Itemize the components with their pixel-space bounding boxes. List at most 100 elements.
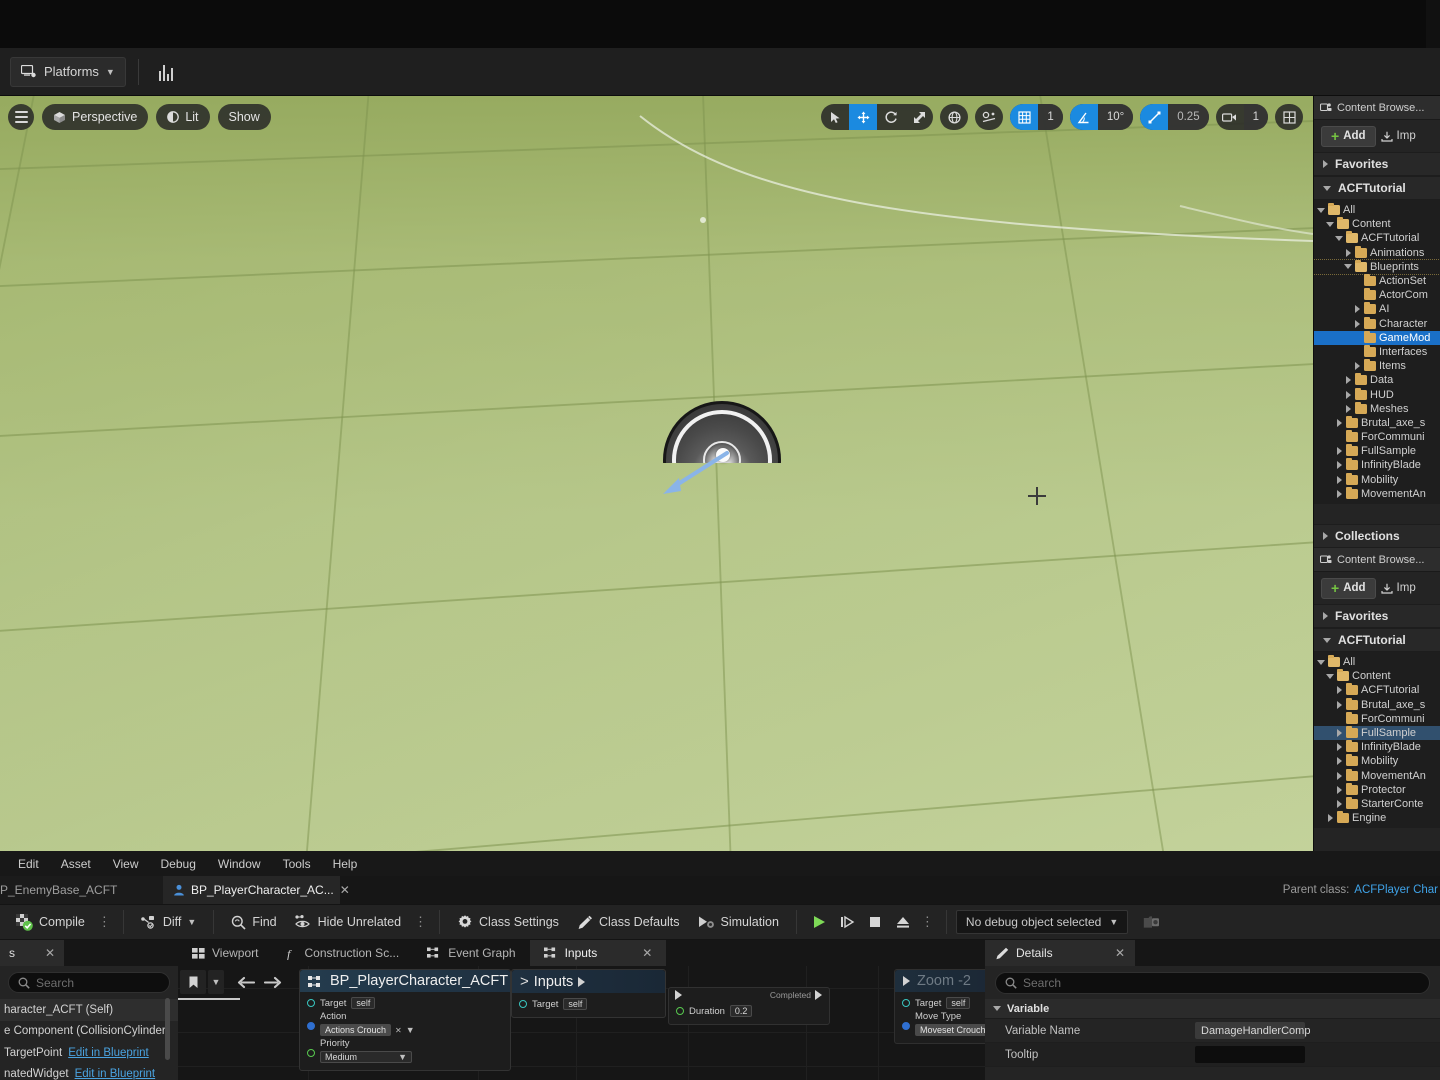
menu-item-help[interactable]: Help bbox=[323, 857, 368, 871]
parent-class-value[interactable]: ACFPlayer Char bbox=[1354, 884, 1438, 896]
stop-icon[interactable] bbox=[862, 909, 888, 935]
content-browser-import-button-2[interactable]: Imp bbox=[1380, 578, 1416, 599]
hide-unrelated-options-icon[interactable]: ⋮ bbox=[411, 914, 430, 930]
asset-tab-playercharacter[interactable]: BP_PlayerCharacter_AC... ✕ bbox=[163, 876, 350, 904]
tree-item[interactable]: All bbox=[1314, 203, 1440, 217]
clear-icon[interactable]: ✕ bbox=[395, 1026, 402, 1035]
chevron-right-icon[interactable] bbox=[1335, 743, 1343, 752]
tree-item[interactable]: ForCommuni bbox=[1314, 430, 1440, 444]
graph-tab-inputs[interactable]: Inputs ✕ bbox=[529, 940, 667, 966]
chevron-down-icon[interactable]: ▼ bbox=[398, 1052, 407, 1062]
kebab-icon[interactable]: ⋮ bbox=[918, 914, 937, 930]
debug-camera-icon[interactable] bbox=[1138, 909, 1164, 935]
move-gizmo-icon[interactable] bbox=[849, 104, 878, 130]
level-viewport[interactable]: Perspective Lit Show 1 10° 0.25 1 bbox=[0, 96, 1313, 851]
tree-item[interactable]: Blueprints bbox=[1314, 258, 1440, 275]
chevron-right-icon[interactable] bbox=[1335, 475, 1343, 484]
content-browser-add-button-1[interactable]: + Add bbox=[1321, 125, 1376, 147]
exec-in-pin-icon[interactable] bbox=[675, 990, 683, 1000]
tree-item[interactable]: Engine bbox=[1314, 811, 1440, 825]
component-row[interactable]: haracter_ACFT (Self) bbox=[0, 999, 178, 1021]
viewport-lit-button[interactable]: Lit bbox=[156, 104, 210, 130]
acftutorial-section-1[interactable]: ACFTutorial bbox=[1314, 176, 1440, 200]
pin-action[interactable]: Action Actions Crouch ✕ ▼ bbox=[307, 1011, 503, 1036]
menu-item-edit[interactable]: Edit bbox=[8, 857, 49, 871]
tree-item[interactable]: Data bbox=[1314, 373, 1440, 387]
pin-action-value[interactable]: Actions Crouch bbox=[320, 1024, 392, 1036]
compile-options-icon[interactable]: ⋮ bbox=[95, 914, 114, 930]
variable-name-field[interactable]: DamageHandlerComp bbox=[1195, 1022, 1310, 1039]
tree-item[interactable]: ActorCom bbox=[1314, 288, 1440, 302]
tree-item[interactable]: Character bbox=[1314, 316, 1440, 331]
exec-pin-icon[interactable] bbox=[903, 976, 911, 986]
pin-zoom-target[interactable]: Target self bbox=[902, 997, 985, 1009]
scale-snap-icon[interactable] bbox=[1140, 104, 1169, 130]
pin-priority-value[interactable]: Medium bbox=[325, 1052, 357, 1062]
component-list[interactable]: haracter_ACFT (Self) e Component (Collisi… bbox=[0, 997, 178, 1080]
component-row[interactable]: e Component (CollisionCylinder bbox=[0, 1021, 178, 1043]
content-browser-add-button-2[interactable]: + Add bbox=[1321, 577, 1376, 599]
find-button[interactable]: Find bbox=[223, 908, 284, 936]
chevron-right-icon[interactable] bbox=[1344, 248, 1352, 257]
chevron-right-icon[interactable] bbox=[1335, 447, 1343, 456]
component-row[interactable]: TargetPoint Edit in Blueprint bbox=[0, 1042, 178, 1064]
camera-icon[interactable] bbox=[1216, 104, 1244, 130]
content-browser-tree-1[interactable]: All Content ACFTutorial Animations Blueprint… bbox=[1314, 200, 1440, 504]
tree-item[interactable]: Brutal_axe_s bbox=[1314, 415, 1440, 430]
tree-item[interactable]: AI bbox=[1314, 302, 1440, 316]
debug-object-dropdown[interactable]: No debug object selected ▼ bbox=[955, 910, 1129, 934]
chevron-right-icon[interactable] bbox=[1335, 686, 1343, 695]
compile-button[interactable]: Compile bbox=[8, 908, 93, 936]
tree-item[interactable]: Interfaces bbox=[1314, 344, 1440, 359]
tree-item[interactable]: Items bbox=[1314, 359, 1440, 373]
pin-duration-value[interactable]: 0.2 bbox=[729, 1005, 753, 1017]
simulation-button[interactable]: Simulation bbox=[690, 908, 787, 936]
details-tab[interactable]: Details ✕ bbox=[985, 940, 1135, 966]
tree-item[interactable]: Protector bbox=[1314, 782, 1440, 797]
graph-node-zoom[interactable]: Zoom -2 Target self Move Type Moveset Cr… bbox=[894, 969, 985, 1044]
pin-zoom-target-value[interactable]: self bbox=[946, 997, 971, 1009]
tree-item[interactable]: MovementAn bbox=[1314, 486, 1440, 501]
chevron-down-icon[interactable] bbox=[1326, 221, 1334, 227]
close-icon[interactable]: ✕ bbox=[1115, 946, 1125, 960]
chevron-right-icon[interactable] bbox=[1335, 785, 1343, 794]
edit-in-blueprint-link[interactable]: Edit in Blueprint bbox=[75, 1068, 156, 1080]
pin-target[interactable]: Target self bbox=[307, 997, 503, 1009]
component-row[interactable]: natedWidget Edit in Blueprint bbox=[0, 1064, 178, 1080]
graph-back-button[interactable] bbox=[232, 970, 258, 994]
chevron-right-icon[interactable] bbox=[1344, 390, 1352, 399]
tree-item[interactable]: Animations bbox=[1314, 245, 1440, 260]
content-browser-import-button-1[interactable]: Imp bbox=[1380, 126, 1416, 147]
pin-target-2[interactable]: Target self bbox=[519, 998, 658, 1010]
chevron-right-icon[interactable] bbox=[1344, 404, 1352, 413]
grid-snap-value[interactable]: 1 bbox=[1038, 104, 1063, 130]
content-browser-tab-2[interactable]: Content Browse... bbox=[1314, 548, 1440, 572]
chevron-down-icon[interactable] bbox=[1317, 659, 1325, 665]
menu-item-asset[interactable]: Asset bbox=[51, 857, 101, 871]
chevron-right-icon[interactable] bbox=[1335, 729, 1343, 738]
content-browser-tree-2[interactable]: All Content ACFTutorial Brutal_axe_s ForComm… bbox=[1314, 652, 1440, 829]
cursor-select-icon[interactable] bbox=[821, 104, 849, 130]
chevron-right-icon[interactable] bbox=[1335, 418, 1343, 427]
pin-target-value[interactable]: self bbox=[351, 997, 376, 1009]
angle-snap-icon[interactable] bbox=[1069, 104, 1098, 130]
tree-item[interactable]: StarterConte bbox=[1314, 796, 1440, 811]
tree-item[interactable]: GameMod bbox=[1314, 330, 1440, 345]
tooltip-field[interactable] bbox=[1195, 1046, 1305, 1063]
hide-unrelated-button[interactable]: Hide Unrelated bbox=[287, 908, 409, 936]
chevron-down-icon[interactable] bbox=[1335, 235, 1343, 241]
bookmark-dropdown[interactable]: ▼ bbox=[208, 970, 224, 994]
menu-item-window[interactable]: Window bbox=[208, 857, 271, 871]
angle-snap-value[interactable]: 10° bbox=[1097, 104, 1134, 130]
tree-item[interactable]: InfinityBlade bbox=[1314, 740, 1440, 754]
tree-item[interactable]: HUD bbox=[1314, 387, 1440, 401]
acftutorial-section-2[interactable]: ACFTutorial bbox=[1314, 628, 1440, 652]
step-icon[interactable] bbox=[834, 909, 860, 935]
tree-item[interactable]: All bbox=[1314, 655, 1440, 669]
graph-tab-event-graph[interactable]: Event Graph bbox=[413, 940, 529, 966]
favorites-section-2[interactable]: Favorites bbox=[1314, 604, 1440, 628]
tree-item[interactable]: ForCommuni bbox=[1314, 711, 1440, 726]
chevron-right-icon[interactable] bbox=[1335, 489, 1343, 498]
chevron-down-icon[interactable] bbox=[1326, 673, 1334, 679]
globe-icon[interactable] bbox=[940, 104, 968, 130]
